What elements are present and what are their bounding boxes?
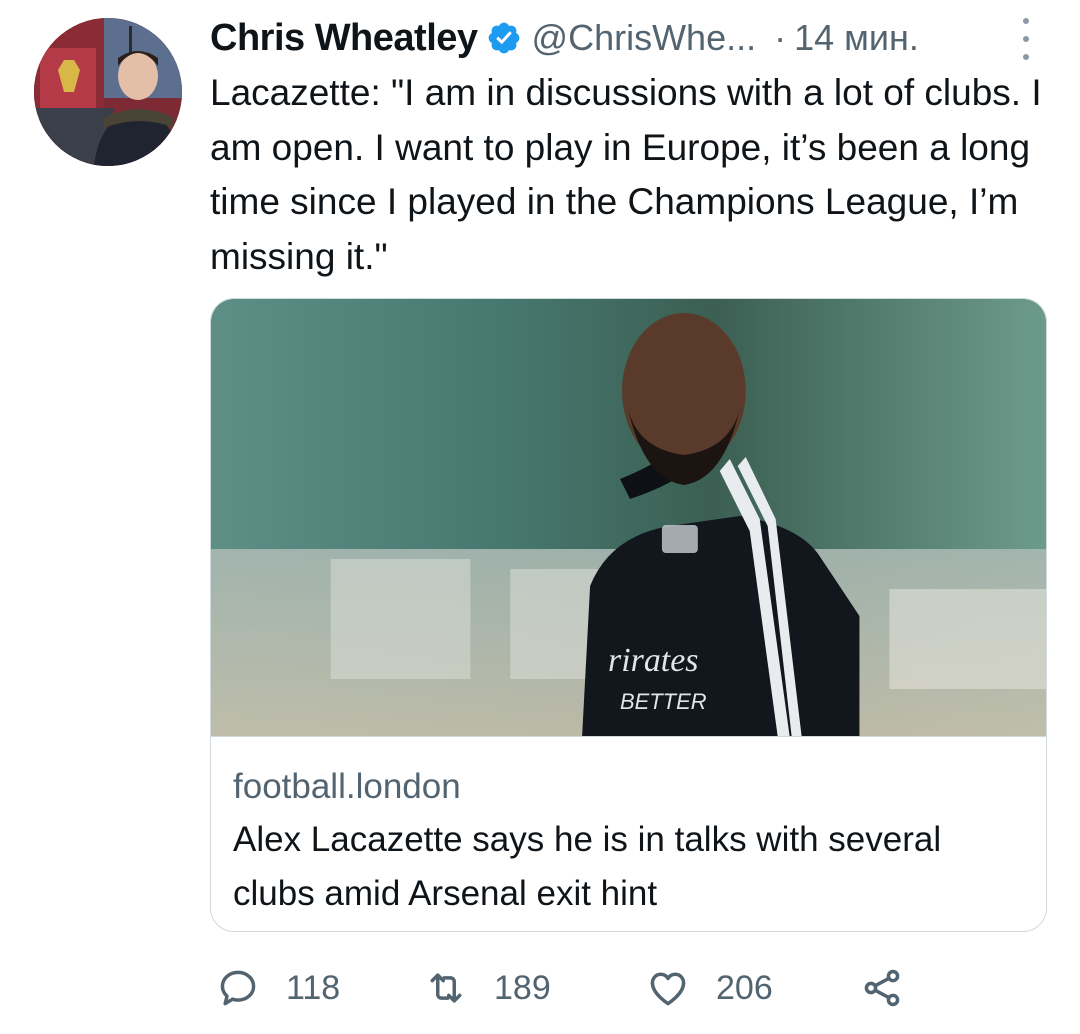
- action-bar: 118 189 206: [210, 960, 930, 1016]
- heart-icon: [650, 972, 686, 1006]
- avatar-image: [34, 18, 182, 166]
- avatar[interactable]: [34, 18, 182, 166]
- tweet-timestamp[interactable]: 14 мин.: [794, 17, 919, 59]
- card-info: football.london Alex Lacazette says he i…: [211, 736, 1046, 931]
- retweet-icon: [430, 973, 462, 1003]
- reply-icon: [220, 970, 256, 1006]
- share-button[interactable]: [860, 960, 904, 1016]
- retweet-count: 189: [494, 968, 551, 1007]
- card-image: rirates BETTER: [211, 299, 1046, 736]
- reply-button[interactable]: 118: [216, 960, 340, 1016]
- separator-dot: ·: [774, 17, 787, 58]
- share-icon: [864, 969, 900, 1007]
- retweet-button[interactable]: 189: [424, 960, 551, 1016]
- link-card[interactable]: rirates BETTER football.london Alex Laca…: [210, 298, 1047, 932]
- svg-text:BETTER: BETTER: [620, 689, 707, 714]
- card-domain: football.london: [233, 767, 461, 806]
- author-handle[interactable]: @ChrisWhe...: [532, 17, 757, 59]
- tweet-header: Chris Wheatley @ChrisWhe... · 14 мин.: [210, 10, 1040, 66]
- author-name[interactable]: Chris Wheatley: [210, 17, 478, 60]
- like-count: 206: [716, 968, 773, 1007]
- like-button[interactable]: 206: [646, 960, 773, 1016]
- svg-text:rirates: rirates: [608, 642, 698, 679]
- reply-count: 118: [286, 968, 341, 1007]
- more-options-icon[interactable]: [1012, 18, 1040, 60]
- tweet-text: Lacazette: "I am in discussions with a l…: [210, 72, 1042, 277]
- tweet[interactable]: Chris Wheatley @ChrisWhe... · 14 мин. La…: [0, 0, 1080, 1034]
- card-title: Alex Lacazette says he is in talks with …: [233, 820, 942, 913]
- verified-badge-icon: [488, 22, 519, 54]
